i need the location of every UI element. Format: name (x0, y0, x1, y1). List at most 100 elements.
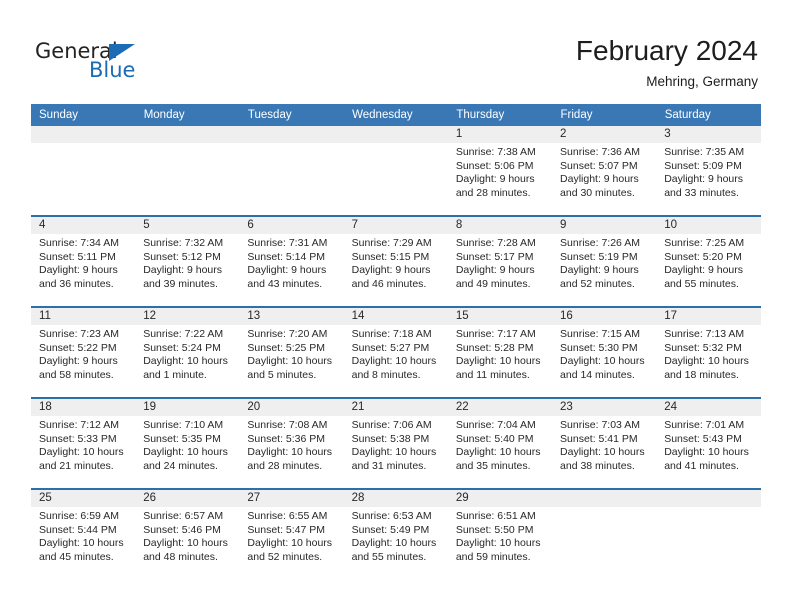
day-sun-info: Sunrise: 7:31 AM Sunset: 5:14 PM Daylight:… (239, 234, 343, 291)
sunset-text: Sunset: 5:38 PM (351, 432, 430, 445)
brand-logo[interactable]: General Blue (35, 40, 215, 86)
calendar-day-cell[interactable]: 1 Sunrise: 7:38 AM Sunset: 5:06 PM Daylight… (447, 126, 553, 216)
sunset-text: Sunset: 5:50 PM (455, 523, 534, 536)
daylight-text-line1: Daylight: 10 hours (664, 355, 749, 368)
calendar-day-cell[interactable]: 11 Sunrise: 7:23 AM Sunset: 5:22 PM Dayligh… (31, 306, 136, 398)
calendar-day-cell[interactable]: 28 Sunrise: 6:53 AM Sunset: 5:49 PM Dayligh… (343, 488, 448, 579)
daylight-text-line2: and 46 minutes. (351, 277, 427, 290)
daylight-text-line1: Daylight: 10 hours (351, 446, 437, 459)
day-cell-inner: 22 Sunrise: 7:04 AM Sunset: 5:40 PM Dayligh… (447, 399, 553, 488)
calendar-day-cell[interactable]: 8 Sunrise: 7:28 AM Sunset: 5:17 PM Daylight… (447, 215, 553, 307)
day-sun-info: Sunrise: 7:10 AM Sunset: 5:35 PM Daylight:… (135, 416, 239, 473)
calendar-day-cell[interactable]: 20 Sunrise: 7:08 AM Sunset: 5:36 PM Dayligh… (239, 397, 344, 489)
day-cell-inner: 15 Sunrise: 7:17 AM Sunset: 5:28 PM Dayligh… (447, 308, 553, 397)
day-cell-inner: 29 Sunrise: 6:51 AM Sunset: 5:50 PM Dayligh… (447, 490, 553, 579)
daylight-text-line2: and 48 minutes. (143, 550, 218, 563)
day-number: 19 (135, 399, 240, 416)
calendar-week-row: 25 Sunrise: 6:59 AM Sunset: 5:44 PM Dayligh… (31, 488, 761, 579)
daylight-text-line1: Daylight: 9 hours (351, 264, 431, 277)
calendar-day-cell[interactable]: 12 Sunrise: 7:22 AM Sunset: 5:24 PM Dayligh… (135, 306, 240, 398)
calendar-day-cell[interactable]: 16 Sunrise: 7:15 AM Sunset: 5:30 PM Dayligh… (552, 306, 657, 398)
daylight-text-line1: Daylight: 9 hours (664, 264, 744, 277)
day-number: 1 (447, 126, 553, 143)
day-cell-inner: 2 Sunrise: 7:36 AM Sunset: 5:07 PM Daylight… (552, 126, 657, 215)
daylight-text-line2: and 24 minutes. (143, 459, 218, 472)
sunrise-text: Sunrise: 7:10 AM (143, 419, 224, 431)
sunrise-text: Sunrise: 7:01 AM (664, 419, 745, 431)
day-cell-inner (656, 490, 761, 579)
sunrise-text: Sunrise: 7:06 AM (351, 419, 432, 431)
calendar-day-cell[interactable]: 29 Sunrise: 6:51 AM Sunset: 5:50 PM Dayligh… (447, 488, 553, 579)
daylight-text-line2: and 8 minutes. (351, 368, 421, 381)
calendar-day-cell[interactable]: 2 Sunrise: 7:36 AM Sunset: 5:07 PM Daylight… (552, 126, 657, 216)
daylight-text-line1: Daylight: 10 hours (560, 446, 645, 459)
calendar-day-cell[interactable]: 6 Sunrise: 7:31 AM Sunset: 5:14 PM Daylight… (239, 215, 344, 307)
daylight-text-line2: and 43 minutes. (247, 277, 323, 290)
daylight-text-line2: and 59 minutes. (455, 550, 531, 563)
sunset-text: Sunset: 5:17 PM (455, 250, 534, 263)
day-sun-info: Sunrise: 7:23 AM Sunset: 5:22 PM Daylight:… (31, 325, 135, 382)
day-sun-info: Sunrise: 7:01 AM Sunset: 5:43 PM Daylight:… (656, 416, 760, 473)
day-number: 17 (656, 308, 761, 325)
day-number: 11 (31, 308, 136, 325)
calendar-day-cell[interactable]: 21 Sunrise: 7:06 AM Sunset: 5:38 PM Dayligh… (343, 397, 448, 489)
calendar-day-cell[interactable]: 9 Sunrise: 7:26 AM Sunset: 5:19 PM Daylight… (552, 215, 657, 307)
weekday-header-sunday: Sunday (31, 104, 136, 126)
day-cell-inner: 6 Sunrise: 7:31 AM Sunset: 5:14 PM Daylight… (239, 217, 344, 306)
day-sun-info: Sunrise: 6:59 AM Sunset: 5:44 PM Daylight:… (31, 507, 135, 564)
day-sun-info: Sunrise: 7:13 AM Sunset: 5:32 PM Daylight:… (656, 325, 760, 382)
calendar-day-cell[interactable]: 19 Sunrise: 7:10 AM Sunset: 5:35 PM Dayligh… (135, 397, 240, 489)
daylight-text-line2: and 58 minutes. (39, 368, 114, 381)
daylight-text-line1: Daylight: 9 hours (560, 173, 639, 186)
calendar-day-cell[interactable]: 7 Sunrise: 7:29 AM Sunset: 5:15 PM Daylight… (343, 215, 448, 307)
day-number: 21 (343, 399, 448, 416)
day-number: 23 (552, 399, 657, 416)
daylight-text-line2: and 33 minutes. (664, 186, 739, 199)
daylight-text-line1: Daylight: 10 hours (247, 537, 333, 550)
sunset-text: Sunset: 5:40 PM (455, 432, 534, 445)
calendar-day-cell[interactable]: 27 Sunrise: 6:55 AM Sunset: 5:47 PM Dayligh… (239, 488, 344, 579)
sunset-text: Sunset: 5:27 PM (351, 341, 430, 354)
day-number: 4 (31, 217, 136, 234)
calendar-day-cell[interactable]: 4 Sunrise: 7:34 AM Sunset: 5:11 PM Daylight… (31, 215, 136, 307)
day-cell-inner: 26 Sunrise: 6:57 AM Sunset: 5:46 PM Dayligh… (135, 490, 240, 579)
calendar-day-cell[interactable]: 23 Sunrise: 7:03 AM Sunset: 5:41 PM Dayligh… (552, 397, 657, 489)
day-number: 2 (552, 126, 657, 143)
day-sun-info: Sunrise: 7:15 AM Sunset: 5:30 PM Daylight:… (552, 325, 656, 382)
sunset-text: Sunset: 5:28 PM (455, 341, 534, 354)
daylight-text-line2: and 21 minutes. (39, 459, 114, 472)
sunset-text: Sunset: 5:15 PM (351, 250, 430, 263)
day-number: 15 (447, 308, 553, 325)
calendar-day-cell[interactable]: 22 Sunrise: 7:04 AM Sunset: 5:40 PM Dayligh… (447, 397, 553, 489)
calendar-day-cell[interactable]: 26 Sunrise: 6:57 AM Sunset: 5:46 PM Dayligh… (135, 488, 240, 579)
day-sun-info: Sunrise: 7:12 AM Sunset: 5:33 PM Daylight:… (31, 416, 135, 473)
calendar-day-cell[interactable]: 14 Sunrise: 7:18 AM Sunset: 5:27 PM Dayligh… (343, 306, 448, 398)
calendar-week-row: 18 Sunrise: 7:12 AM Sunset: 5:33 PM Dayligh… (31, 397, 761, 489)
calendar-day-cell[interactable]: 10 Sunrise: 7:25 AM Sunset: 5:20 PM Dayligh… (656, 215, 761, 307)
calendar-day-cell[interactable]: 17 Sunrise: 7:13 AM Sunset: 5:32 PM Dayligh… (656, 306, 761, 398)
daylight-text-line1: Daylight: 10 hours (143, 537, 228, 550)
sunset-text: Sunset: 5:09 PM (664, 159, 742, 172)
sunrise-text: Sunrise: 7:34 AM (39, 237, 119, 249)
calendar-day-cell[interactable]: 15 Sunrise: 7:17 AM Sunset: 5:28 PM Dayligh… (447, 306, 553, 398)
daylight-text-line1: Daylight: 9 hours (247, 264, 327, 277)
daylight-text-line2: and 36 minutes. (39, 277, 114, 290)
sunset-text: Sunset: 5:14 PM (247, 250, 326, 263)
day-number: 5 (135, 217, 240, 234)
calendar-day-cell[interactable]: 3 Sunrise: 7:35 AM Sunset: 5:09 PM Daylight… (656, 126, 761, 216)
day-cell-inner: 13 Sunrise: 7:20 AM Sunset: 5:25 PM Dayligh… (239, 308, 344, 397)
daylight-text-line2: and 55 minutes. (664, 277, 739, 290)
calendar-day-cell[interactable]: 18 Sunrise: 7:12 AM Sunset: 5:33 PM Dayligh… (31, 397, 136, 489)
calendar-day-cell[interactable]: 13 Sunrise: 7:20 AM Sunset: 5:25 PM Dayligh… (239, 306, 344, 398)
daylight-text-line1: Daylight: 10 hours (39, 446, 124, 459)
calendar-day-cell[interactable]: 5 Sunrise: 7:32 AM Sunset: 5:12 PM Daylight… (135, 215, 240, 307)
calendar-day-cell[interactable]: 24 Sunrise: 7:01 AM Sunset: 5:43 PM Dayligh… (656, 397, 761, 489)
day-number: 28 (343, 490, 448, 507)
calendar-day-cell[interactable]: 25 Sunrise: 6:59 AM Sunset: 5:44 PM Dayligh… (31, 488, 136, 579)
day-number: 6 (239, 217, 344, 234)
day-cell-inner: 1 Sunrise: 7:38 AM Sunset: 5:06 PM Daylight… (447, 126, 553, 215)
day-number (656, 490, 761, 507)
day-sun-info: Sunrise: 6:55 AM Sunset: 5:47 PM Daylight:… (239, 507, 343, 564)
day-cell-inner: 7 Sunrise: 7:29 AM Sunset: 5:15 PM Daylight… (343, 217, 448, 306)
day-cell-inner (31, 126, 136, 215)
